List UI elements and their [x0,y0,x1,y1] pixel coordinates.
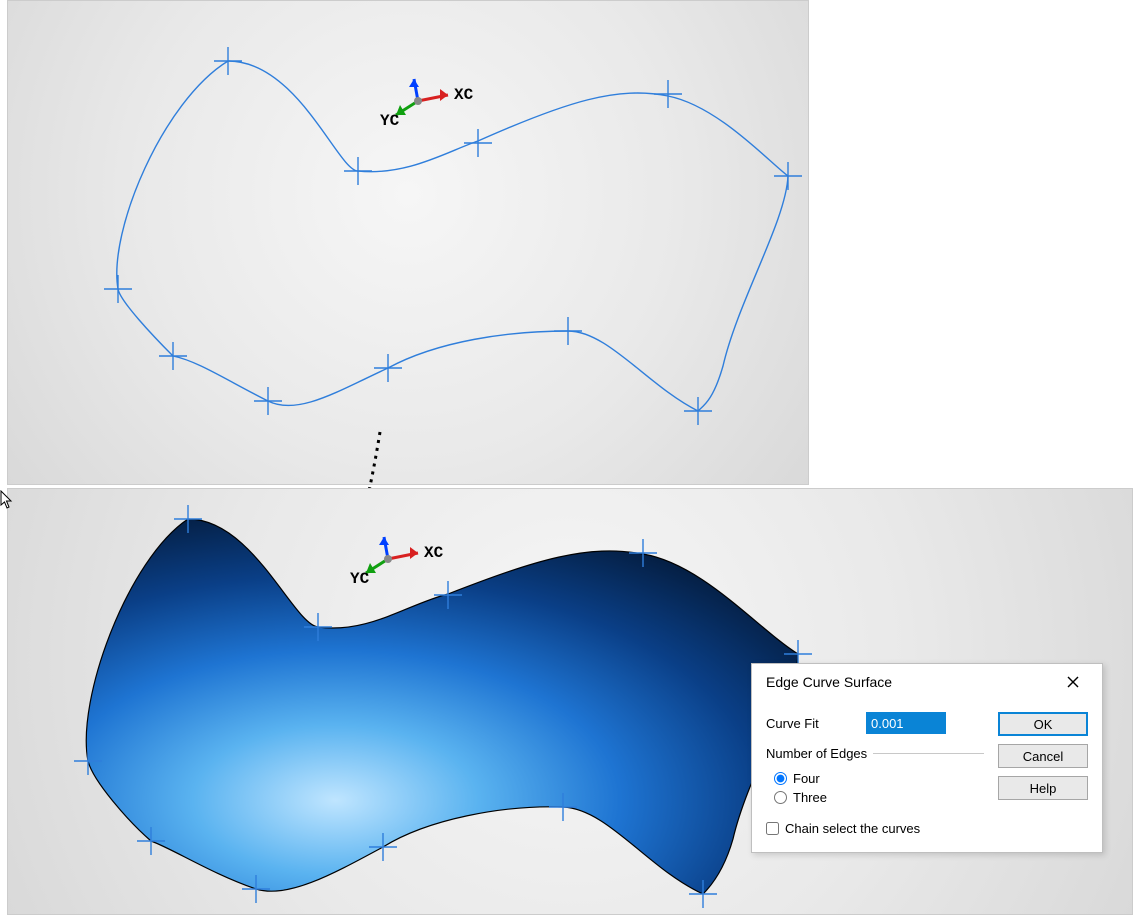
radio-three[interactable] [774,791,787,804]
cancel-button[interactable]: Cancel [998,744,1088,768]
radio-four-label: Four [793,771,820,786]
point-marker[interactable] [254,387,282,415]
close-icon [1067,676,1079,688]
number-of-edges-legend: Number of Edges [766,746,873,761]
curve-fit-label: Curve Fit [766,716,856,731]
ok-button[interactable]: OK [998,712,1088,736]
axis-x-label: XC [454,86,474,104]
radio-four[interactable] [774,772,787,785]
wireframe-canvas[interactable]: XC YC [8,1,808,484]
point-marker[interactable] [214,47,242,75]
curve-wireframe[interactable] [117,61,788,411]
point-marker[interactable] [654,80,682,108]
help-button[interactable]: Help [998,776,1088,800]
point-marker[interactable] [464,129,492,157]
chain-select-label: Chain select the curves [785,821,920,836]
wcs-triad[interactable]: XC YC [350,537,444,588]
edge-curve-surface-dialog[interactable]: Edge Curve Surface Curve Fit Number of E… [751,663,1103,853]
point-marker[interactable] [104,275,132,303]
dialog-title: Edge Curve Surface [766,674,892,690]
point-marker[interactable] [374,354,402,382]
axis-y-label: YC [380,112,400,130]
chain-select-checkbox[interactable] [766,822,779,835]
radio-three-label: Three [793,790,827,805]
point-marker[interactable] [774,162,802,190]
close-button[interactable] [1052,668,1094,696]
point-marker[interactable] [554,317,582,345]
dialog-titlebar[interactable]: Edge Curve Surface [752,664,1102,700]
axis-y-label: YC [350,570,370,588]
nurbs-surface[interactable] [86,519,798,894]
curve-points[interactable] [104,47,802,425]
point-marker[interactable] [344,157,372,185]
viewport-wireframe[interactable]: XC YC [7,0,809,485]
wcs-triad[interactable]: XC YC [380,79,474,130]
curve-fit-input[interactable] [866,712,946,734]
number-of-edges-group: Number of Edges Four Three [766,746,984,807]
axis-x-label: XC [424,544,444,562]
